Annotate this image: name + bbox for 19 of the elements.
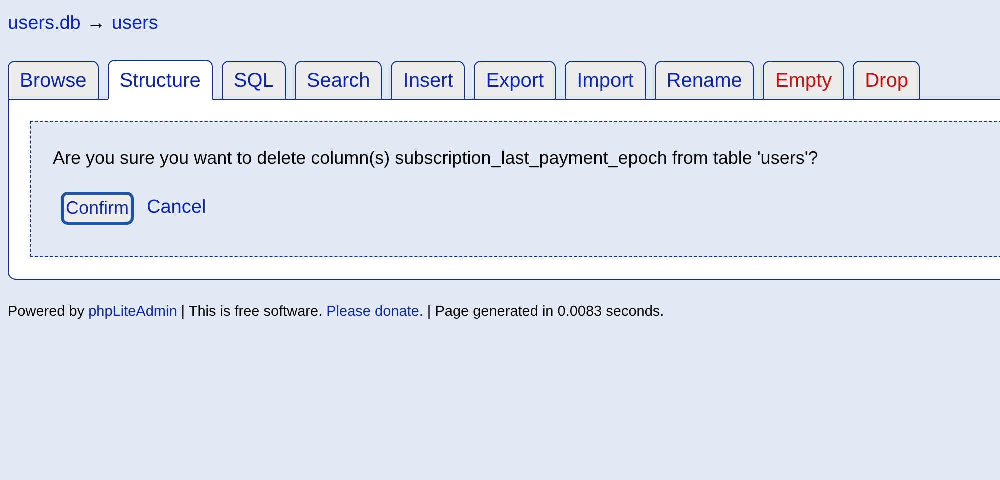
tab[interactable]: Browse (8, 61, 99, 100)
tab[interactable]: Insert (391, 61, 466, 100)
confirmation-message: Are you sure you want to delete column(s) subscription_last_payment_epoch from table 'users'? (53, 148, 820, 168)
database-link[interactable]: users.db (8, 13, 81, 35)
cancel-link[interactable]: Cancel (147, 197, 206, 219)
confirm-button[interactable]: Confirm (61, 192, 134, 224)
tab[interactable]: Import (565, 61, 646, 100)
footer-text: Powered by phpLiteAdmin | This is free software. Please donate. | Page generated in 0.0083 seconds. (8, 304, 664, 320)
separator-arrow: → (86, 13, 106, 35)
tab[interactable]: Rename (654, 61, 754, 100)
tab[interactable]: Empty (763, 61, 844, 100)
footer-link[interactable]: phpLiteAdmin (88, 304, 178, 320)
tab[interactable]: Search (294, 61, 382, 100)
tab[interactable]: SQL (222, 61, 286, 100)
footer-link[interactable]: Please donate. (326, 304, 424, 320)
tab[interactable]: Export (474, 61, 556, 100)
tab[interactable]: Drop (853, 61, 920, 100)
table-link[interactable]: users (112, 13, 158, 35)
tab[interactable]: Structure (108, 60, 213, 100)
